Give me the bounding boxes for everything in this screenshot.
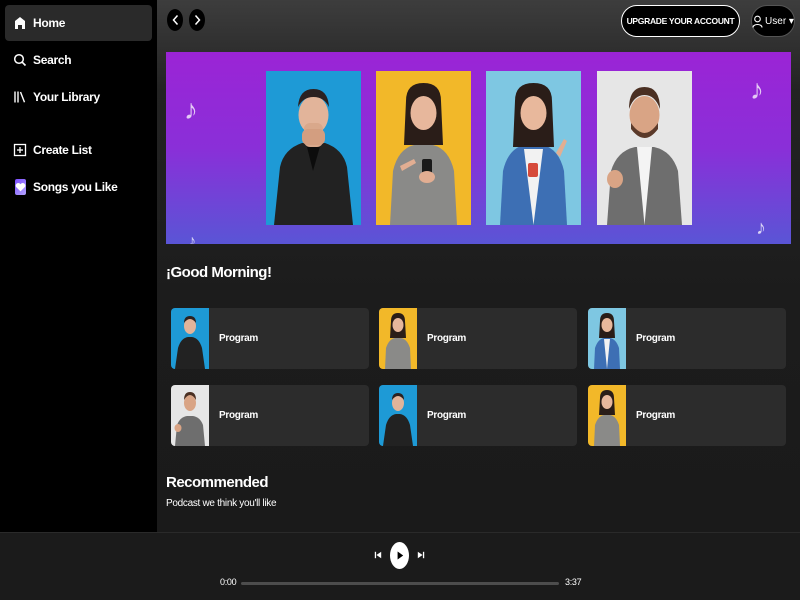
program-thumbnail xyxy=(171,385,209,446)
banner-image-person-4 xyxy=(597,71,692,225)
program-thumbnail xyxy=(379,308,417,369)
search-icon xyxy=(13,53,27,67)
music-note-icon: ♪ xyxy=(756,217,766,239)
recommended-title: Recommended xyxy=(166,474,269,491)
program-thumbnail xyxy=(588,385,626,446)
play-icon xyxy=(397,551,403,560)
library-icon xyxy=(13,90,27,104)
progress-bar[interactable] xyxy=(241,582,559,585)
program-card-label: Program xyxy=(427,410,467,421)
sidebar-item-search[interactable]: Search xyxy=(5,42,152,78)
user-icon xyxy=(752,15,763,28)
greeting-title: ¡Good Morning! xyxy=(166,264,272,281)
program-card-label: Program xyxy=(219,410,259,421)
upgrade-account-button[interactable]: UPGRADE YOUR ACCOUNT xyxy=(621,5,740,37)
recommended-subtitle: Podcast we think you'll like xyxy=(166,498,277,509)
program-card-label: Program xyxy=(636,333,676,344)
program-card[interactable]: Program xyxy=(379,385,577,446)
music-note-icon: ♪ xyxy=(184,94,198,125)
banner-image-person-1 xyxy=(266,71,361,225)
sidebar-item-liked-songs[interactable]: Songs you Like xyxy=(5,169,152,205)
banner-image-person-3 xyxy=(486,71,581,225)
program-thumbnail xyxy=(588,308,626,369)
forward-button[interactable] xyxy=(189,9,205,31)
sidebar-item-library[interactable]: Your Library xyxy=(5,79,152,115)
topbar: UPGRADE YOUR ACCOUNT User ▾ xyxy=(157,0,800,42)
user-menu-button[interactable]: User ▾ xyxy=(751,5,795,37)
music-note-icon: ♪ xyxy=(188,233,196,245)
banner-image-person-2 xyxy=(376,71,471,225)
program-card[interactable]: Program xyxy=(171,385,369,446)
sidebar-item-label: Songs you Like xyxy=(33,180,118,194)
sidebar: Home Search Your Library Create List Son… xyxy=(0,0,157,532)
main-content: UPGRADE YOUR ACCOUNT User ▾ ♪ ♪ ♪ ♪ ¡Goo… xyxy=(157,0,800,532)
program-card[interactable]: Program xyxy=(379,308,577,369)
program-card-label: Program xyxy=(636,410,676,421)
player-bar: 0:00 3:37 xyxy=(0,532,800,600)
program-card[interactable]: Program xyxy=(588,385,786,446)
sidebar-item-create-list[interactable]: Create List xyxy=(5,132,152,168)
chevron-right-icon xyxy=(194,15,201,25)
total-time: 3:37 xyxy=(565,577,582,587)
program-thumbnail xyxy=(171,308,209,369)
program-card-label: Program xyxy=(427,333,467,344)
program-card-label: Program xyxy=(219,333,259,344)
plus-square-icon xyxy=(13,143,27,157)
program-card[interactable]: Program xyxy=(171,308,369,369)
sidebar-item-label: Search xyxy=(33,53,72,67)
chevron-left-icon xyxy=(171,15,178,25)
play-button[interactable] xyxy=(390,542,409,569)
next-track-button[interactable] xyxy=(416,550,426,560)
program-thumbnail xyxy=(379,385,417,446)
skip-back-icon xyxy=(374,551,382,559)
hero-banner: ♪ ♪ ♪ ♪ xyxy=(166,52,791,244)
sidebar-item-label: Create List xyxy=(33,143,92,157)
program-card[interactable]: Program xyxy=(588,308,786,369)
music-note-icon: ♪ xyxy=(750,74,764,105)
home-icon xyxy=(13,16,27,30)
user-label: User ▾ xyxy=(765,15,794,27)
sidebar-item-label: Your Library xyxy=(33,90,100,104)
skip-forward-icon xyxy=(417,551,425,559)
previous-track-button[interactable] xyxy=(373,550,383,560)
heart-icon xyxy=(13,179,27,195)
sidebar-item-home[interactable]: Home xyxy=(5,5,152,41)
back-button[interactable] xyxy=(167,9,183,31)
sidebar-item-label: Home xyxy=(33,16,66,30)
current-time: 0:00 xyxy=(220,577,237,587)
